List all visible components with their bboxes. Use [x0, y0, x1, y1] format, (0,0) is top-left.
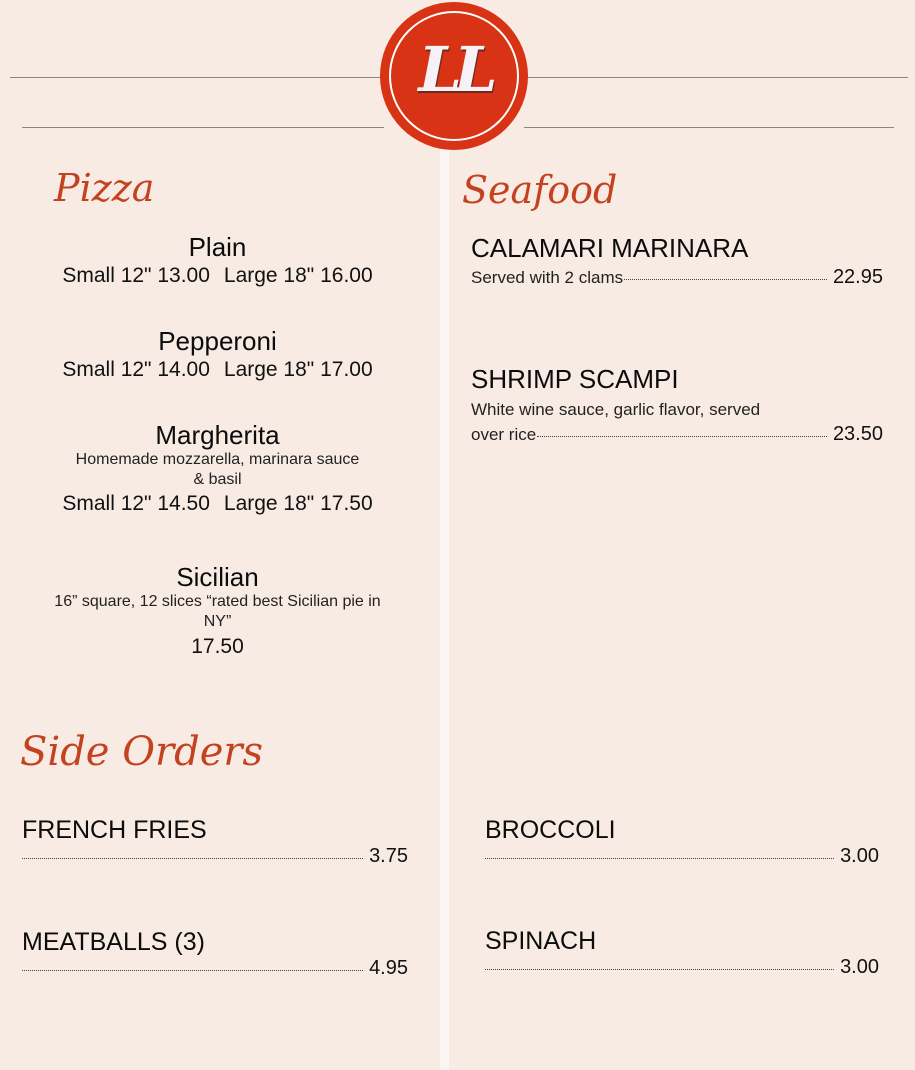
dot-leader: [537, 435, 827, 437]
pizza-item-margherita: Margherita Homemade mozzarella, marinara…: [30, 420, 405, 518]
item-name: Sicilian: [176, 562, 259, 592]
header-rule-bottom-right: [524, 127, 894, 128]
small-price: Small 12" 14.00: [62, 358, 210, 381]
side-item-french-fries-row: 3.75: [22, 845, 408, 868]
side-item-meatballs-row: 4.95: [22, 957, 408, 980]
item-description: 16” square, 12 slices “rated best Sicili…: [54, 593, 381, 630]
pizza-item-plain: Plain Small 12" 13.00 Large 18" 16.00: [30, 232, 405, 290]
item-price: 23.50: [832, 423, 883, 445]
side-item-spinach-name: SPINACH: [485, 927, 597, 955]
item-description: Served with 2 clams: [471, 268, 624, 287]
seafood-item-shrimp-row: over rice 23.50: [471, 423, 883, 446]
seafood-item-shrimp-name: SHRIMP SCAMPI: [471, 364, 679, 394]
seafood-section-title: Seafood: [462, 168, 618, 212]
side-orders-section-title: Side Orders: [20, 729, 264, 775]
item-price: 17.50: [191, 635, 244, 658]
large-price: Large 18" 16.00: [223, 264, 373, 287]
item-sizes: Small 12" 14.50 Large 18" 17.50: [30, 490, 405, 518]
small-price: Small 12" 14.50: [62, 492, 210, 515]
seafood-item-calamari-row: Served with 2 clams 22.95: [471, 266, 883, 289]
item-price: 22.95: [832, 266, 883, 288]
pizza-item-pepperoni: Pepperoni Small 12" 14.00 Large 18" 17.00: [30, 326, 405, 384]
item-name: Margherita: [155, 420, 280, 450]
dot-leader: [485, 857, 835, 859]
item-sizes: Small 12" 14.00 Large 18" 17.00: [30, 356, 405, 384]
side-item-spinach-row: 3.00: [485, 956, 879, 979]
dot-leader: [22, 969, 364, 971]
item-description: Homemade mozzarella, marinara sauce & ba…: [75, 451, 360, 488]
dot-leader: [624, 278, 827, 280]
item-name: Pepperoni: [158, 326, 277, 356]
side-item-meatballs-name: MEATBALLS (3): [22, 928, 205, 956]
side-item-french-fries-name: FRENCH FRIES: [22, 816, 207, 844]
item-name: Plain: [188, 232, 247, 262]
item-description-line: White wine sauce, garlic flavor, served: [471, 400, 761, 419]
side-item-broccoli-name: BROCCOLI: [485, 816, 616, 844]
menu-page: LL Pizza Plain Small 12" 13.00 Large 18" …: [0, 0, 915, 1070]
header-rule-bottom-left: [22, 127, 384, 128]
item-price: 3.75: [369, 845, 408, 867]
seafood-item-calamari-name: CALAMARI MARINARA: [471, 233, 749, 263]
column-divider: [440, 130, 449, 1070]
logo-text: LL: [418, 33, 497, 106]
side-item-broccoli-row: 3.00: [485, 845, 879, 868]
item-price: 3.00: [840, 845, 879, 867]
item-price: 3.00: [840, 956, 879, 978]
header-rule-top-right: [526, 77, 908, 78]
dot-leader: [22, 857, 364, 859]
header-rule-top-left: [10, 77, 382, 78]
item-sizes: Small 12" 13.00 Large 18" 16.00: [30, 262, 405, 290]
large-price: Large 18" 17.00: [223, 358, 373, 381]
large-price: Large 18" 17.50: [223, 492, 373, 515]
pizza-item-sicilian: Sicilian 16” square, 12 slices “rated be…: [30, 562, 405, 662]
dot-leader: [485, 968, 835, 970]
small-price: Small 12" 13.00: [62, 264, 210, 287]
pizza-section-title: Pizza: [54, 166, 155, 210]
restaurant-logo: LL: [380, 2, 528, 150]
item-description-line: over rice: [471, 425, 537, 444]
item-price: 4.95: [369, 957, 408, 979]
